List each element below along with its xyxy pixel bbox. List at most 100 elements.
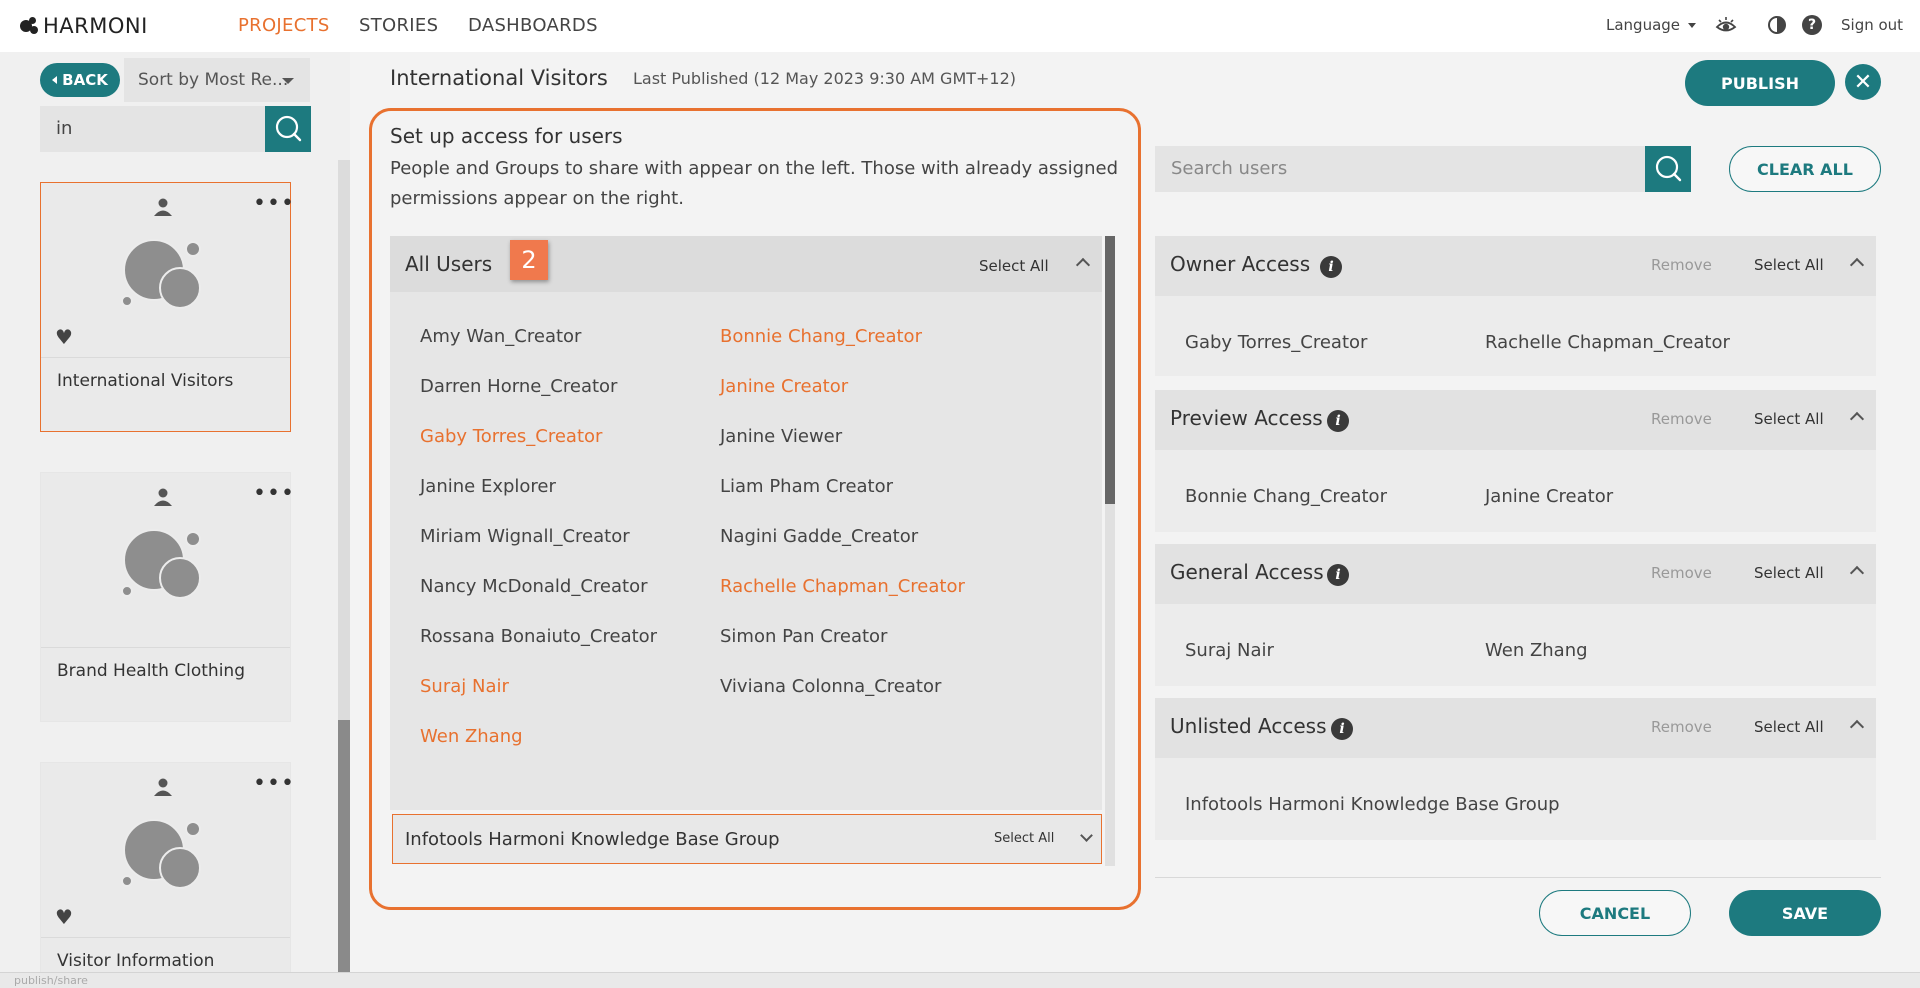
assigned-user[interactable]: Rachelle Chapman_Creator bbox=[1485, 332, 1730, 353]
select-all-button[interactable]: Select All bbox=[1754, 564, 1824, 582]
users-scrollbar-thumb[interactable] bbox=[1105, 236, 1115, 504]
assigned-user[interactable]: Wen Zhang bbox=[1485, 640, 1588, 661]
search-icon bbox=[1655, 155, 1682, 182]
sidebar-scrollbar-thumb[interactable] bbox=[338, 720, 350, 972]
brand-name: HARMONI bbox=[43, 14, 148, 38]
select-all-button[interactable]: Select All bbox=[1754, 256, 1824, 274]
chevron-up-icon[interactable] bbox=[1849, 719, 1865, 735]
owner-access-section: Owner Access i Remove Select All Gaby To… bbox=[1155, 236, 1876, 376]
tab-stories[interactable]: STORIES bbox=[359, 15, 438, 36]
user-item[interactable]: Liam Pham Creator bbox=[720, 476, 893, 497]
sort-select[interactable]: Sort by Most Re... bbox=[124, 58, 310, 102]
more-options-icon[interactable]: ••• bbox=[253, 193, 295, 215]
tab-dashboards[interactable]: DASHBOARDS bbox=[468, 15, 598, 36]
harmoni-logo[interactable]: HARMONI bbox=[20, 14, 148, 38]
user-item[interactable]: Gaby Torres_Creator bbox=[420, 426, 602, 447]
person-icon bbox=[154, 488, 172, 506]
project-search-button[interactable] bbox=[265, 106, 311, 152]
step-badge: 2 bbox=[510, 240, 548, 280]
assigned-group[interactable]: Infotools Harmoni Knowledge Base Group bbox=[1185, 794, 1560, 815]
user-item[interactable]: Rossana Bonaiuto_Creator bbox=[420, 626, 657, 647]
project-sidebar: BACK Sort by Most Re... in ••• ♥ Interna… bbox=[0, 52, 350, 972]
remove-button[interactable]: Remove bbox=[1651, 564, 1712, 582]
all-users-select-all[interactable]: Select All bbox=[979, 257, 1049, 275]
access-header[interactable]: Unlisted Access i Remove Select All bbox=[1155, 698, 1876, 758]
favorite-heart-icon[interactable]: ♥ bbox=[55, 905, 73, 929]
eye-preview-icon[interactable] bbox=[1715, 14, 1737, 36]
project-card-visitor-information[interactable]: ••• ♥ Visitor Information bbox=[40, 762, 294, 972]
chevron-up-icon[interactable] bbox=[1075, 257, 1091, 273]
chevron-up-icon[interactable] bbox=[1849, 565, 1865, 581]
user-item[interactable]: Rachelle Chapman_Creator bbox=[720, 576, 965, 597]
help-icon[interactable]: ? bbox=[1802, 15, 1822, 35]
chevron-down-icon[interactable] bbox=[1080, 829, 1093, 842]
assigned-user[interactable]: Gaby Torres_Creator bbox=[1185, 332, 1367, 353]
more-options-icon[interactable]: ••• bbox=[253, 773, 295, 795]
more-options-icon[interactable]: ••• bbox=[253, 483, 295, 505]
user-item[interactable]: Nancy McDonald_Creator bbox=[420, 576, 648, 597]
assigned-user[interactable]: Janine Creator bbox=[1485, 486, 1613, 507]
page-title: International Visitors bbox=[390, 66, 608, 90]
publish-button[interactable]: PUBLISH bbox=[1685, 60, 1835, 106]
project-card-international-visitors[interactable]: ••• ♥ International Visitors bbox=[40, 182, 294, 432]
assigned-user[interactable]: Bonnie Chang_Creator bbox=[1185, 486, 1387, 507]
user-item[interactable]: Darren Horne_Creator bbox=[420, 376, 617, 397]
setup-description: People and Groups to share with appear o… bbox=[390, 158, 1118, 209]
user-item[interactable]: Bonnie Chang_Creator bbox=[720, 326, 922, 347]
back-label: BACK bbox=[62, 71, 108, 89]
group-select-all[interactable]: Select All bbox=[994, 831, 1054, 846]
save-button[interactable]: SAVE bbox=[1729, 890, 1881, 936]
sort-value: Sort by Most Re... bbox=[138, 70, 289, 90]
project-bubbles-icon bbox=[121, 239, 213, 319]
user-item[interactable]: Amy Wan_Creator bbox=[420, 326, 581, 347]
search-users-button[interactable] bbox=[1645, 146, 1691, 192]
favorite-heart-icon[interactable]: ♥ bbox=[55, 325, 73, 349]
all-users-panel: All Users 2 Select All Amy Wan_Creator B… bbox=[390, 236, 1102, 810]
select-all-button[interactable]: Select All bbox=[1754, 410, 1824, 428]
info-icon[interactable]: i bbox=[1331, 718, 1353, 740]
user-item[interactable]: Miriam Wignall_Creator bbox=[420, 526, 630, 547]
back-button[interactable]: BACK bbox=[40, 63, 120, 97]
user-item[interactable]: Simon Pan Creator bbox=[720, 626, 887, 647]
project-search-input[interactable]: in bbox=[40, 106, 265, 152]
user-item[interactable]: Janine Explorer bbox=[420, 476, 556, 497]
chevron-up-icon[interactable] bbox=[1849, 257, 1865, 273]
select-all-button[interactable]: Select All bbox=[1754, 718, 1824, 736]
clear-all-button[interactable]: CLEAR ALL bbox=[1729, 146, 1881, 192]
browser-status-bar: publish/share bbox=[0, 972, 1920, 988]
user-item[interactable]: Suraj Nair bbox=[420, 676, 509, 697]
caret-left-icon bbox=[52, 76, 58, 84]
caret-down-icon bbox=[282, 78, 294, 84]
footer-divider bbox=[1155, 877, 1881, 878]
caret-down-icon bbox=[1687, 23, 1696, 28]
contrast-icon[interactable] bbox=[1768, 16, 1786, 34]
chevron-up-icon[interactable] bbox=[1849, 411, 1865, 427]
cancel-button[interactable]: CANCEL bbox=[1539, 890, 1691, 936]
user-item[interactable]: Nagini Gadde_Creator bbox=[720, 526, 918, 547]
group-row[interactable]: Infotools Harmoni Knowledge Base Group S… bbox=[392, 814, 1102, 864]
info-icon[interactable]: i bbox=[1327, 410, 1349, 432]
info-icon[interactable]: i bbox=[1327, 564, 1349, 586]
user-item[interactable]: Janine Viewer bbox=[720, 426, 842, 447]
access-header[interactable]: Preview Access i Remove Select All bbox=[1155, 390, 1876, 450]
search-icon bbox=[275, 115, 302, 142]
assigned-user[interactable]: Suraj Nair bbox=[1185, 640, 1274, 661]
project-card-brand-health-clothing[interactable]: ••• Brand Health Clothing bbox=[40, 472, 294, 722]
access-header[interactable]: General Access i Remove Select All bbox=[1155, 544, 1876, 604]
close-icon[interactable]: ✕ bbox=[1845, 64, 1881, 100]
sign-out-link[interactable]: Sign out bbox=[1841, 16, 1903, 34]
general-access-section: General Access i Remove Select All Suraj… bbox=[1155, 544, 1876, 686]
all-users-header[interactable]: All Users 2 Select All bbox=[390, 236, 1102, 292]
language-menu[interactable]: Language bbox=[1606, 16, 1696, 34]
setup-title: Set up access for users bbox=[390, 124, 623, 148]
search-users-input[interactable]: Search users bbox=[1155, 146, 1645, 192]
user-item[interactable]: Wen Zhang bbox=[420, 726, 523, 747]
user-item[interactable]: Janine Creator bbox=[720, 376, 848, 397]
info-icon[interactable]: i bbox=[1320, 256, 1342, 278]
tab-projects[interactable]: PROJECTS bbox=[238, 15, 330, 36]
remove-button[interactable]: Remove bbox=[1651, 410, 1712, 428]
remove-button[interactable]: Remove bbox=[1651, 256, 1712, 274]
remove-button[interactable]: Remove bbox=[1651, 718, 1712, 736]
user-item[interactable]: Viviana Colonna_Creator bbox=[720, 676, 941, 697]
access-header[interactable]: Owner Access i Remove Select All bbox=[1155, 236, 1876, 296]
